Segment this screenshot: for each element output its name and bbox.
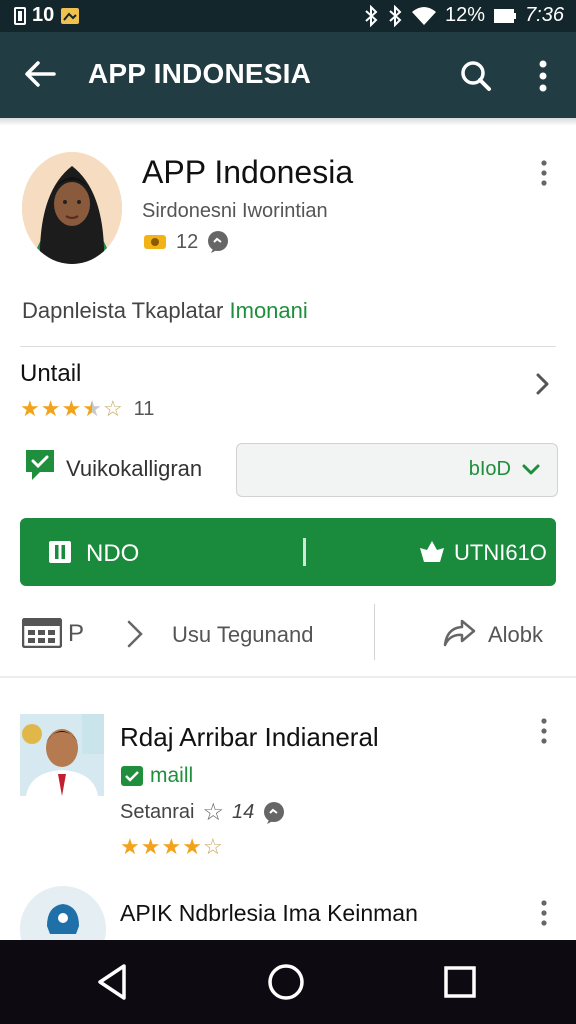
crown-icon (420, 541, 444, 562)
nav-home-icon[interactable] (266, 962, 306, 1002)
list-item-meta-text: Setanrai (120, 801, 195, 823)
section-divider (0, 676, 576, 678)
feature-dropdown[interactable]: bIoD (236, 443, 558, 497)
rating-stars: ★ ★ ★ ★ ☆ 11 (20, 396, 154, 422)
rating-section-title: Untail (20, 360, 82, 387)
star-full-icon: ★ (61, 396, 82, 421)
nav-recents-icon[interactable] (440, 962, 480, 1002)
message-check-icon (26, 450, 54, 480)
list-item-meta: Setanrai ☆ 14 (120, 798, 286, 827)
rating-count: 11 (133, 397, 155, 420)
star-full-icon: ★ (40, 396, 61, 421)
clock: 7:36 (525, 4, 564, 26)
star-full-icon: ★ (182, 834, 202, 859)
app-name: APP Indonesia (142, 154, 354, 190)
system-nav-bar (0, 940, 576, 1024)
list-item-tag: maill (120, 764, 193, 788)
wifi-icon (412, 6, 437, 25)
star-full-icon: ★ (20, 396, 40, 421)
calculator-icon[interactable] (22, 618, 62, 648)
bluetooth-icon (365, 4, 378, 27)
status-left: 10 (14, 4, 80, 27)
list-item-thumbnail[interactable] (20, 714, 104, 796)
star-full-icon: ★ (120, 834, 140, 859)
star-full-icon: ★ (140, 834, 161, 859)
battery-percent: 12% (445, 4, 486, 26)
list-item-options-icon[interactable] (536, 716, 552, 746)
dropdown-value: bIoD (468, 458, 511, 480)
feature-label: Vuikokalligran (66, 456, 203, 481)
star-empty-icon: ☆ (102, 396, 123, 421)
star-half-icon: ★ (82, 396, 102, 421)
app-bar: APP INDONESIA (0, 32, 576, 118)
list-item-title-2[interactable]: APIK Ndbrlesia Ima Keinman (120, 900, 418, 927)
action-separator (374, 604, 375, 660)
app-meta: 12 (142, 230, 230, 254)
app-description: Dapnleista Tkaplatar Imonani (22, 298, 308, 324)
chevron-down-icon (522, 464, 540, 475)
install-button-bar[interactable]: NDO UTNI61O (20, 518, 556, 586)
share-icon[interactable] (442, 618, 476, 648)
search-icon[interactable] (456, 56, 496, 96)
app-developer[interactable]: Sirdonesni Iworintian (142, 200, 328, 223)
install-left-label: NDO (86, 540, 140, 567)
chevron-right-icon[interactable] (532, 370, 552, 398)
back-arrow-icon[interactable] (20, 54, 60, 94)
app-count: 12 (176, 230, 199, 253)
notification-icon (14, 6, 26, 25)
nav-back-icon[interactable] (92, 962, 132, 1002)
chat-bubble-icon (208, 231, 229, 253)
action-left-letter[interactable]: P (68, 620, 84, 648)
divider (20, 346, 556, 347)
person-photo (20, 714, 104, 796)
list-item-title[interactable]: Rdaj Arribar Indianeral (120, 722, 379, 753)
status-left-text: 10 (32, 4, 55, 26)
list-item-rating-stars: ★ ★ ★ ★ ☆ (120, 834, 223, 860)
image-notification-icon (61, 7, 80, 24)
description-text: Dapnleista Tkaplatar (22, 298, 224, 323)
star-empty-icon: ☆ (202, 834, 223, 859)
action-right-label[interactable]: Alobk (488, 622, 543, 648)
app-options-icon[interactable] (536, 158, 552, 188)
app-bar-title: APP INDONESIA (88, 58, 312, 89)
badge-icon (144, 235, 166, 249)
install-right-label: UTNI61O (454, 540, 547, 565)
action-row: P Usu Tegunand Alobk (0, 604, 576, 660)
description-highlight[interactable]: Imonani (230, 298, 308, 323)
more-vert-icon[interactable] (528, 56, 558, 96)
mail-tag-icon (121, 766, 143, 786)
battery-icon (494, 8, 517, 23)
list-item-options-icon-2[interactable] (536, 898, 552, 928)
list-item-tag-text: maill (150, 764, 194, 787)
star-outline-icon: ☆ (202, 799, 225, 826)
list-item-count: 14 (232, 801, 255, 823)
bluetooth-icon-2 (389, 4, 402, 27)
status-bar: 10 12% 7:36 (0, 0, 576, 32)
star-full-icon: ★ (161, 834, 182, 859)
chat-bubble-icon (264, 801, 285, 824)
app-bar-shadow (0, 118, 576, 126)
avatar-image (22, 152, 122, 264)
status-right: 12% 7:36 (363, 4, 564, 27)
install-separator (303, 538, 306, 566)
action-middle-label[interactable]: Usu Tegunand (172, 622, 314, 648)
app-avatar[interactable] (22, 152, 122, 264)
chevron-right-icon[interactable] (124, 618, 146, 650)
pause-icon (49, 541, 71, 563)
